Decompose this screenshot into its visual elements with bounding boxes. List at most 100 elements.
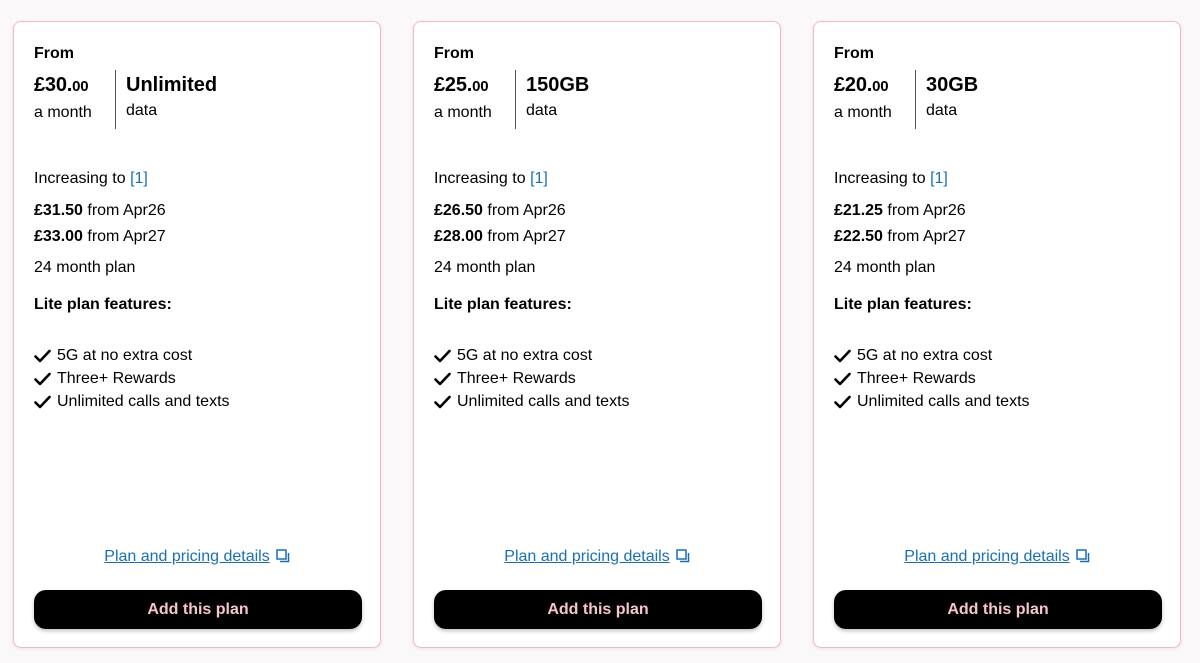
price-period: a month bbox=[34, 104, 92, 121]
increasing-text: Increasing to bbox=[834, 170, 926, 187]
check-icon bbox=[34, 349, 51, 362]
from-label: From bbox=[434, 45, 474, 62]
feature-item: Unlimited calls and texts bbox=[834, 390, 1030, 413]
price-pence: 00 bbox=[472, 78, 489, 95]
feature-label: Three+ Rewards bbox=[857, 369, 976, 387]
feature-label: 5G at no extra cost bbox=[57, 346, 193, 364]
features-list: 5G at no extra cost Three+ Rewards Unlim… bbox=[34, 344, 230, 413]
plan-term: 24 month plan bbox=[34, 259, 136, 276]
monthly-price: £25.00 bbox=[434, 72, 516, 100]
details-link-label[interactable]: Plan and pricing details bbox=[104, 548, 269, 565]
check-icon bbox=[34, 395, 51, 408]
plan-term: 24 month plan bbox=[834, 259, 936, 276]
price-increase-row: £21.25 from Apr26 bbox=[834, 202, 966, 220]
data-amount: 150GB bbox=[526, 74, 590, 96]
add-plan-button[interactable]: Add this plan bbox=[434, 590, 762, 629]
price-pounds: £20. bbox=[834, 74, 873, 96]
data-block: 150GB data bbox=[526, 72, 589, 124]
price-increase-row: £28.00 from Apr27 bbox=[434, 228, 566, 246]
feature-label: Unlimited calls and texts bbox=[857, 392, 1030, 410]
price-pence: 00 bbox=[72, 78, 89, 95]
monthly-price: £30.00 bbox=[34, 72, 116, 100]
increase-date: from Apr27 bbox=[82, 228, 166, 245]
data-label: data bbox=[526, 102, 558, 119]
price-pounds: £30. bbox=[34, 74, 73, 96]
price-block: £20.00 a month bbox=[834, 72, 916, 126]
price-increase-row: £31.50 from Apr26 bbox=[34, 202, 166, 220]
price-pence: 00 bbox=[872, 78, 889, 95]
add-plan-button[interactable]: Add this plan bbox=[34, 590, 362, 629]
price-increase-row: £26.50 from Apr26 bbox=[434, 202, 566, 220]
increase-price: £28.00 bbox=[434, 228, 483, 245]
feature-item: 5G at no extra cost bbox=[434, 344, 630, 367]
plan-details-link[interactable]: Plan and pricing details bbox=[814, 548, 1180, 566]
feature-label: Three+ Rewards bbox=[57, 369, 176, 387]
feature-label: Three+ Rewards bbox=[457, 369, 576, 387]
increase-date: from Apr26 bbox=[882, 202, 966, 219]
divider bbox=[115, 70, 116, 129]
increasing-label: Increasing to [1] bbox=[34, 170, 148, 188]
increase-date: from Apr27 bbox=[482, 228, 566, 245]
price-block: £25.00 a month bbox=[434, 72, 516, 126]
price-block: £30.00 a month bbox=[34, 72, 116, 126]
footnote-link[interactable]: [1] bbox=[930, 170, 948, 187]
check-icon bbox=[434, 395, 451, 408]
price-period: a month bbox=[834, 104, 892, 121]
data-block: Unlimited data bbox=[126, 72, 217, 124]
features-title: Lite plan features: bbox=[834, 296, 972, 313]
feature-label: 5G at no extra cost bbox=[457, 346, 593, 364]
feature-item: Unlimited calls and texts bbox=[434, 390, 630, 413]
divider bbox=[515, 70, 516, 129]
feature-label: 5G at no extra cost bbox=[857, 346, 993, 364]
increasing-text: Increasing to bbox=[34, 170, 126, 187]
data-amount: Unlimited bbox=[126, 74, 218, 96]
plan-details-link[interactable]: Plan and pricing details bbox=[414, 548, 780, 566]
increase-price: £31.50 bbox=[34, 202, 83, 219]
details-link-label[interactable]: Plan and pricing details bbox=[904, 548, 1069, 565]
plan-card-30gb: From £20.00 a month 30GB data Increasing… bbox=[813, 21, 1181, 648]
increasing-text: Increasing to bbox=[434, 170, 526, 187]
feature-item: Three+ Rewards bbox=[834, 367, 1030, 390]
data-block: 30GB data bbox=[926, 72, 978, 124]
price-increase-row: £33.00 from Apr27 bbox=[34, 228, 166, 246]
feature-item: Three+ Rewards bbox=[34, 367, 230, 390]
increase-date: from Apr27 bbox=[882, 228, 966, 245]
increase-date: from Apr26 bbox=[482, 202, 566, 219]
feature-label: Unlimited calls and texts bbox=[57, 392, 230, 410]
check-icon bbox=[834, 372, 851, 385]
footnote-link[interactable]: [1] bbox=[530, 170, 548, 187]
features-list: 5G at no extra cost Three+ Rewards Unlim… bbox=[434, 344, 630, 413]
plan-card-150gb: From £25.00 a month 150GB data Increasin… bbox=[413, 21, 781, 648]
data-label: data bbox=[926, 102, 958, 119]
increase-date: from Apr26 bbox=[82, 202, 166, 219]
footnote-link[interactable]: [1] bbox=[130, 170, 148, 187]
features-title: Lite plan features: bbox=[434, 296, 572, 313]
monthly-price: £20.00 bbox=[834, 72, 916, 100]
feature-item: Three+ Rewards bbox=[434, 367, 630, 390]
price-period: a month bbox=[434, 104, 492, 121]
increase-price: £21.25 bbox=[834, 202, 883, 219]
external-link-icon bbox=[1075, 549, 1089, 563]
feature-item: 5G at no extra cost bbox=[34, 344, 230, 367]
plan-details-link[interactable]: Plan and pricing details bbox=[14, 548, 380, 566]
external-link-icon bbox=[675, 549, 689, 563]
increase-price: £26.50 bbox=[434, 202, 483, 219]
increasing-label: Increasing to [1] bbox=[434, 170, 548, 188]
plan-term: 24 month plan bbox=[434, 259, 536, 276]
data-amount: 30GB bbox=[926, 74, 979, 96]
check-icon bbox=[434, 349, 451, 362]
divider bbox=[915, 70, 916, 129]
price-increase-row: £22.50 from Apr27 bbox=[834, 228, 966, 246]
price-pounds: £25. bbox=[434, 74, 473, 96]
check-icon bbox=[34, 372, 51, 385]
increasing-label: Increasing to [1] bbox=[834, 170, 948, 188]
features-title: Lite plan features: bbox=[34, 296, 172, 313]
add-plan-button[interactable]: Add this plan bbox=[834, 590, 1162, 629]
from-label: From bbox=[834, 45, 874, 62]
increase-price: £22.50 bbox=[834, 228, 883, 245]
external-link-icon bbox=[275, 549, 289, 563]
details-link-label[interactable]: Plan and pricing details bbox=[504, 548, 669, 565]
increase-price: £33.00 bbox=[34, 228, 83, 245]
check-icon bbox=[834, 395, 851, 408]
check-icon bbox=[834, 349, 851, 362]
